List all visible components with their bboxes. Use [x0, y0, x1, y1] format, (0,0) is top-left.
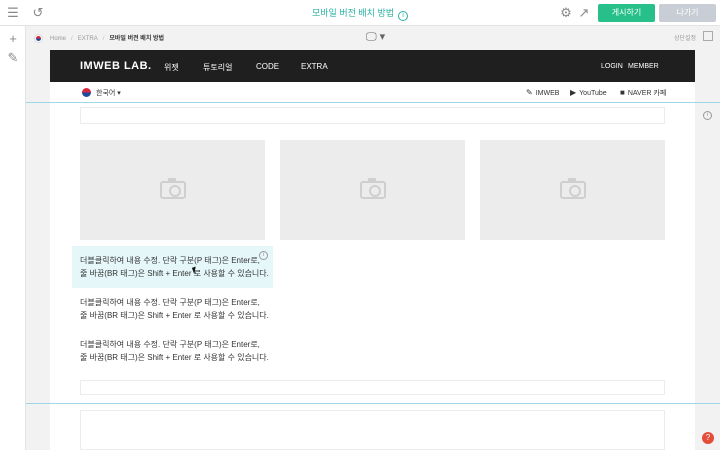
language-label: 한국어	[96, 90, 116, 97]
language-select[interactable]: 한국어 ▾	[96, 88, 121, 98]
korea-flag-icon[interactable]	[34, 34, 43, 43]
page-canvas: IMWEB LAB. 위젯 튜토리얼 CODE EXTRA LOGIN MEMB…	[50, 50, 695, 450]
breadcrumb-current: 모바일 버전 배치 방법	[109, 36, 165, 42]
breadcrumb-home[interactable]: Home	[50, 36, 66, 42]
nav-extra[interactable]: EXTRA	[301, 62, 328, 71]
camera-icon	[159, 178, 186, 199]
brush-icon[interactable]: ✎	[5, 50, 21, 66]
language-bar: 한국어 ▾ ✎ IMWEB ▶ YouTube ■ NAVER 카페	[50, 82, 695, 102]
korea-flag-icon	[82, 88, 91, 97]
header-settings-label[interactable]: 상단설정	[674, 33, 696, 42]
editor-app: ☰ ↺ 모바일 버전 배치 방법 i ⚙ ↗ 게시하기 나가기 + ✎ Home /…	[0, 0, 720, 450]
top-toolbar: ☰ ↺ 모바일 버전 배치 방법 i ⚙ ↗ 게시하기 나가기	[0, 0, 720, 26]
imweb-link-label: IMWEB	[535, 90, 560, 97]
image-placeholder[interactable]	[280, 140, 465, 240]
camera-icon	[359, 178, 386, 199]
page-title-text: 모바일 버전 배치 방법	[311, 8, 395, 18]
naver-icon: ■	[620, 88, 625, 97]
youtube-icon: ▶	[570, 88, 577, 97]
info-icon[interactable]: i	[398, 11, 409, 21]
section-guide-line	[26, 403, 720, 404]
text-block[interactable]: 더블클릭하여 내용 수정. 단락 구분(P 태그)은 Enter로, 줄 바꿈(…	[80, 338, 340, 364]
info-icon[interactable]: i	[259, 251, 268, 260]
image-placeholder[interactable]	[80, 140, 265, 240]
text-block[interactable]: 더블클릭하여 내용 수정. 단락 구분(P 태그)은 Enter로, 줄 바꿈(…	[80, 296, 340, 322]
info-icon[interactable]: i	[703, 111, 712, 120]
image-placeholder[interactable]	[480, 140, 665, 240]
member-link[interactable]: MEMBER	[628, 63, 659, 70]
copy-icon[interactable]	[703, 31, 713, 41]
empty-section[interactable]	[80, 410, 665, 450]
text-line: 더블클릭하여 내용 수정. 단락 구분(P 태그)은 Enter로,	[80, 298, 260, 307]
edit-icon: ✎	[526, 88, 533, 97]
text-line: 줄 바꿈(BR 태그)은 Shift + Enter 로 사용할 수 있습니다.	[80, 353, 269, 362]
nav-tutorial[interactable]: 튜토리얼	[203, 62, 232, 73]
publish-button[interactable]: 게시하기	[598, 4, 655, 22]
text-block-selected[interactable]: 더블클릭하여 내용 수정. 단락 구분(P 태그)은 Enter로, 줄 바꿈(…	[72, 246, 273, 288]
text-line: 줄 바꿈(BR 태그)은 Shift + Enter 로 사용할 수 있습니다.	[80, 311, 269, 320]
camera-icon	[559, 178, 586, 199]
desktop-view-icon[interactable]: 🖵 ▾	[366, 31, 386, 43]
plus-icon[interactable]: +	[5, 31, 21, 47]
empty-section[interactable]	[80, 380, 665, 395]
breadcrumb-bar: Home / EXTRA / 모바일 버전 배치 방법 🖵 ▾ 상단설정	[26, 26, 720, 50]
youtube-link[interactable]: ▶ YouTube	[570, 88, 607, 97]
text-line: 더블클릭하여 내용 수정. 단락 구분(P 태그)은 Enter로,	[80, 340, 260, 349]
breadcrumb: Home / EXTRA / 모바일 버전 배치 방법	[50, 36, 165, 42]
left-toolbar: + ✎	[0, 26, 26, 450]
naver-cafe-link[interactable]: ■ NAVER 카페	[620, 88, 666, 98]
site-header[interactable]: IMWEB LAB. 위젯 튜토리얼 CODE EXTRA LOGIN MEMB…	[50, 50, 695, 82]
breadcrumb-extra[interactable]: EXTRA	[78, 36, 98, 42]
exit-button[interactable]: 나가기	[659, 4, 716, 22]
section-guide-line	[26, 102, 720, 103]
empty-section[interactable]	[80, 107, 665, 124]
help-button[interactable]: ?	[702, 432, 714, 444]
nav-widget[interactable]: 위젯	[164, 62, 179, 73]
external-link-icon[interactable]: ↗	[576, 5, 592, 21]
text-line: 줄 바꿈(BR 태그)은 Shift + Enter 로 사용할 수 있습니다.	[80, 269, 269, 278]
nav-code[interactable]: CODE	[256, 62, 279, 71]
login-link[interactable]: LOGIN	[601, 63, 623, 70]
text-line: 더블클릭하여 내용 수정. 단락 구분(P 태그)은 Enter로,	[80, 256, 260, 265]
gear-icon[interactable]: ⚙	[558, 5, 574, 21]
site-logo[interactable]: IMWEB LAB.	[80, 60, 152, 72]
youtube-link-label: YouTube	[579, 90, 607, 97]
naver-cafe-link-label: NAVER 카페	[627, 90, 667, 97]
imweb-link[interactable]: ✎ IMWEB	[526, 88, 559, 97]
